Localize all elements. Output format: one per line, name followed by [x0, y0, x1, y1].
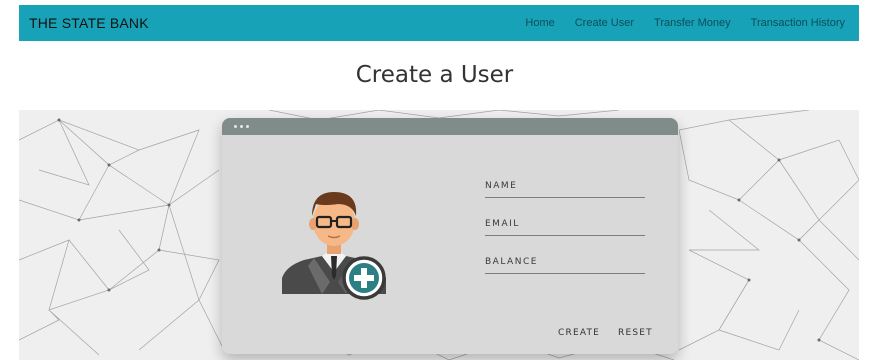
- page-title: Create a User: [355, 62, 514, 88]
- balance-input[interactable]: [485, 273, 645, 274]
- nav-home[interactable]: Home: [525, 17, 554, 29]
- window-dot: [234, 125, 237, 128]
- window-dot: [240, 125, 243, 128]
- email-label: EMAIL: [485, 219, 520, 229]
- nav-transfer-money[interactable]: Transfer Money: [654, 17, 731, 29]
- name-field[interactable]: NAME: [485, 181, 645, 198]
- create-button[interactable]: CREATE: [558, 328, 600, 338]
- navbar: THE STATE BANK Home Create User Transfer…: [19, 5, 859, 41]
- name-input[interactable]: [485, 197, 645, 198]
- card-title-bar: [222, 118, 678, 135]
- nav-links: Home Create User Transfer Money Transact…: [525, 17, 849, 29]
- create-user-card: NAME EMAIL BALANCE CREATE RESET: [222, 118, 678, 354]
- plus-icon: [342, 256, 386, 300]
- email-input[interactable]: [485, 235, 645, 236]
- reset-button[interactable]: RESET: [618, 328, 653, 338]
- user-add-icon: [282, 192, 386, 300]
- nav-transaction-history[interactable]: Transaction History: [751, 17, 845, 29]
- window-dot: [246, 125, 249, 128]
- balance-label: BALANCE: [485, 257, 538, 267]
- email-field[interactable]: EMAIL: [485, 219, 645, 236]
- hero-banner: NAME EMAIL BALANCE CREATE RESET: [19, 110, 859, 360]
- balance-field[interactable]: BALANCE: [485, 257, 645, 274]
- nav-create-user[interactable]: Create User: [575, 17, 634, 29]
- brand-logo[interactable]: THE STATE BANK: [29, 15, 149, 31]
- name-label: NAME: [485, 181, 518, 191]
